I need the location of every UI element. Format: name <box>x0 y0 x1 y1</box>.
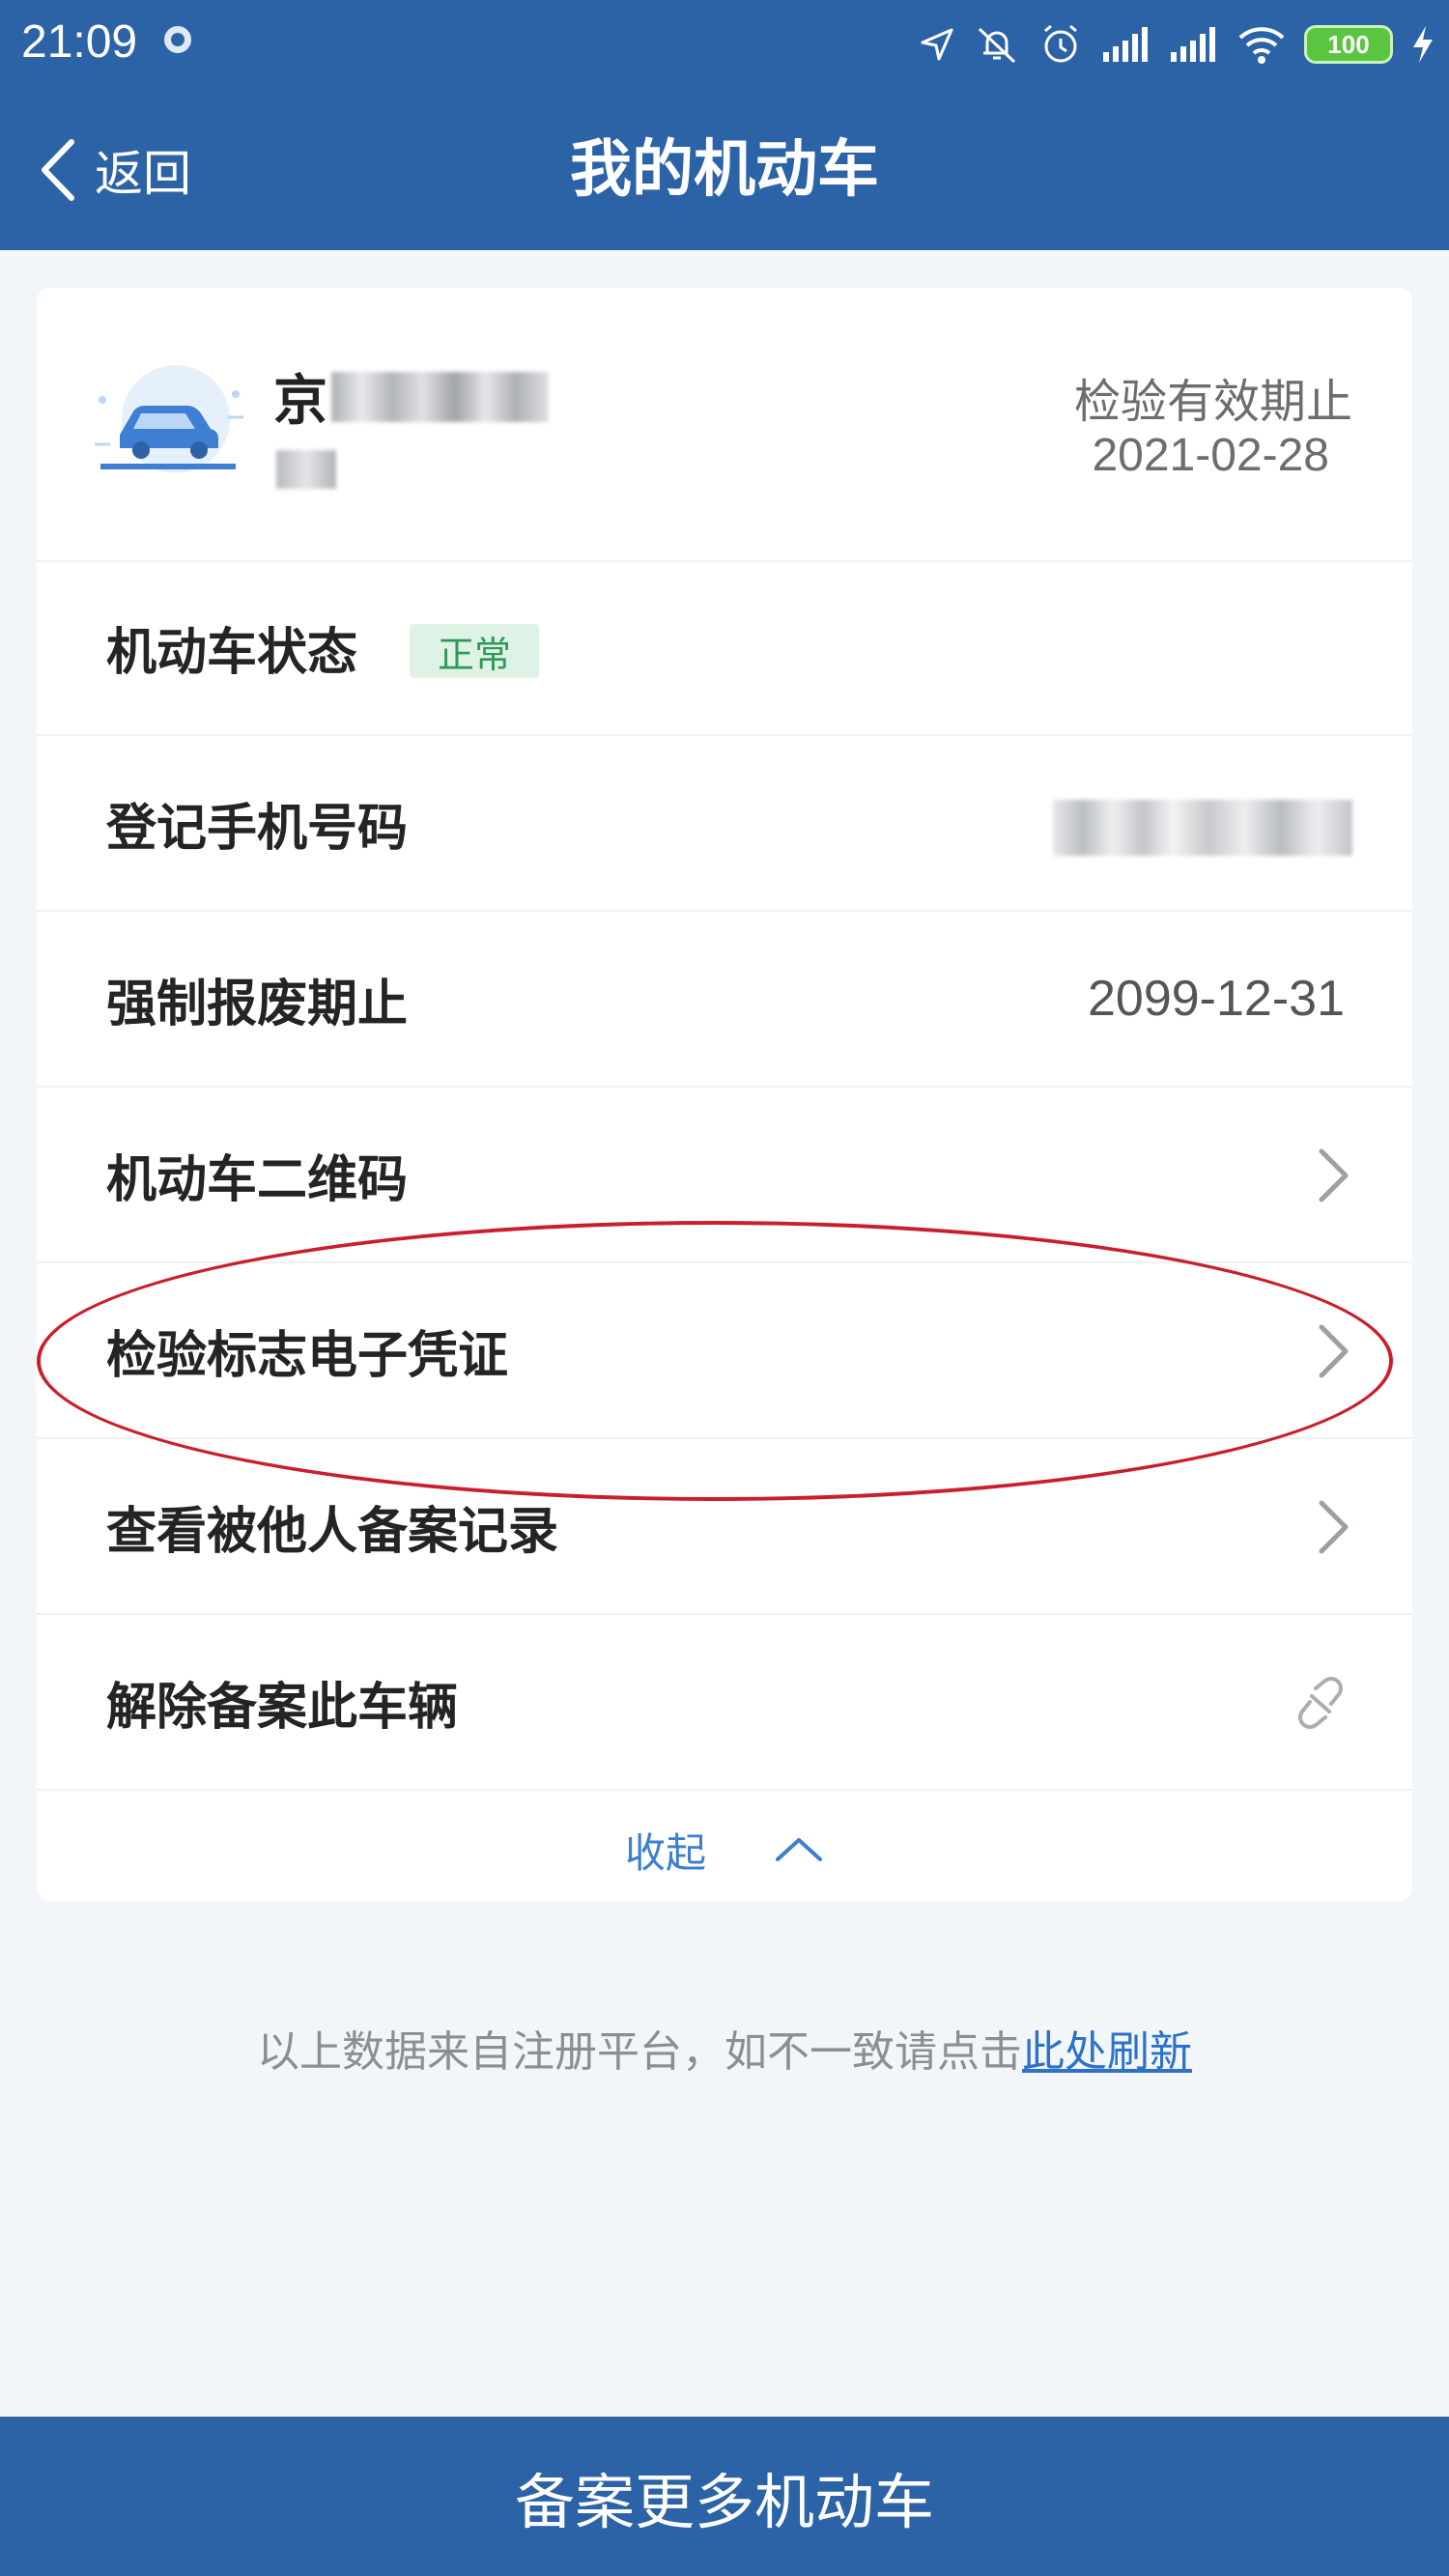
chevron-up-icon <box>776 1838 822 1861</box>
row-label: 检验标志电子凭证 <box>106 1326 509 1385</box>
battery-icon: 100 <box>1304 25 1393 64</box>
wifi-icon <box>1238 27 1285 64</box>
page-title: 我的机动车 <box>570 134 879 206</box>
row-label: 登记手机号码 <box>106 799 409 858</box>
mute-icon <box>978 27 1016 64</box>
row-label: 机动车二维码 <box>106 1150 409 1209</box>
notification-dot-icon <box>164 26 191 53</box>
plate-redacted <box>331 371 549 422</box>
charging-icon <box>1413 26 1433 63</box>
row-unbind-vehicle[interactable]: 解除备案此车辆 <box>37 1615 1412 1791</box>
row-scrap-date: 强制报废期止 2099-12-31 <box>37 912 1412 1088</box>
status-icons: 100 <box>918 14 1435 75</box>
top-bar: 21:09 100 返回 我的机动车 <box>0 0 1449 250</box>
vehicle-summary[interactable]: 京 检验有效期止 2021-02-28 <box>37 288 1412 562</box>
row-vehicle-status: 机动车状态 正常 <box>37 560 1412 736</box>
row-label: 机动车状态 <box>106 623 358 682</box>
location-icon <box>921 28 953 61</box>
row-label: 查看被他人备案记录 <box>106 1502 559 1561</box>
vehicle-type-redacted <box>276 450 336 489</box>
row-label: 解除备案此车辆 <box>106 1678 459 1737</box>
data-source-note: 以上数据来自注册平台，如不一致请点击此处刷新 <box>0 2017 1449 2079</box>
plate-prefix: 京 <box>273 370 327 433</box>
phone-redacted <box>1053 800 1352 856</box>
signal-icon <box>1171 27 1215 62</box>
unlink-icon[interactable] <box>1291 1673 1350 1733</box>
row-label: 强制报废期止 <box>106 975 409 1033</box>
collapse-toggle[interactable]: 收起 <box>37 1798 1412 1901</box>
vehicle-card: 京 检验有效期止 2021-02-28 机动车状态 正常 登记手机号码 强制报废… <box>37 288 1412 1901</box>
add-more-vehicles-button[interactable]: 备案更多机动车 <box>0 2417 1449 2576</box>
status-badge: 正常 <box>410 624 539 678</box>
refresh-link[interactable]: 此处刷新 <box>1022 2027 1192 2077</box>
row-vehicle-qr-code[interactable]: 机动车二维码 <box>37 1088 1412 1263</box>
alarm-icon <box>1044 24 1077 63</box>
scrap-date-value: 2099-12-31 <box>1088 971 1345 1027</box>
plate-number: 京 <box>273 357 549 436</box>
footnote-text: 以上数据来自注册平台，如不一致请点击 <box>257 2027 1022 2077</box>
row-inspection-e-certificate[interactable]: 检验标志电子凭证 <box>37 1263 1412 1439</box>
chevron-right-icon <box>1319 1500 1349 1554</box>
row-registered-phone: 登记手机号码 <box>37 736 1412 912</box>
inspection-expiry-label: 检验有效期止 <box>1073 375 1352 429</box>
collapse-label: 收起 <box>624 1828 706 1877</box>
chevron-right-icon <box>1319 1324 1349 1378</box>
car-icon <box>95 365 243 473</box>
signal-icon <box>1103 27 1148 62</box>
row-filing-records[interactable]: 查看被他人备案记录 <box>37 1439 1412 1615</box>
chevron-right-icon <box>1319 1148 1349 1203</box>
status-time: 21:09 <box>21 16 138 68</box>
inspection-expiry-date: 2021-02-28 <box>1092 430 1329 481</box>
